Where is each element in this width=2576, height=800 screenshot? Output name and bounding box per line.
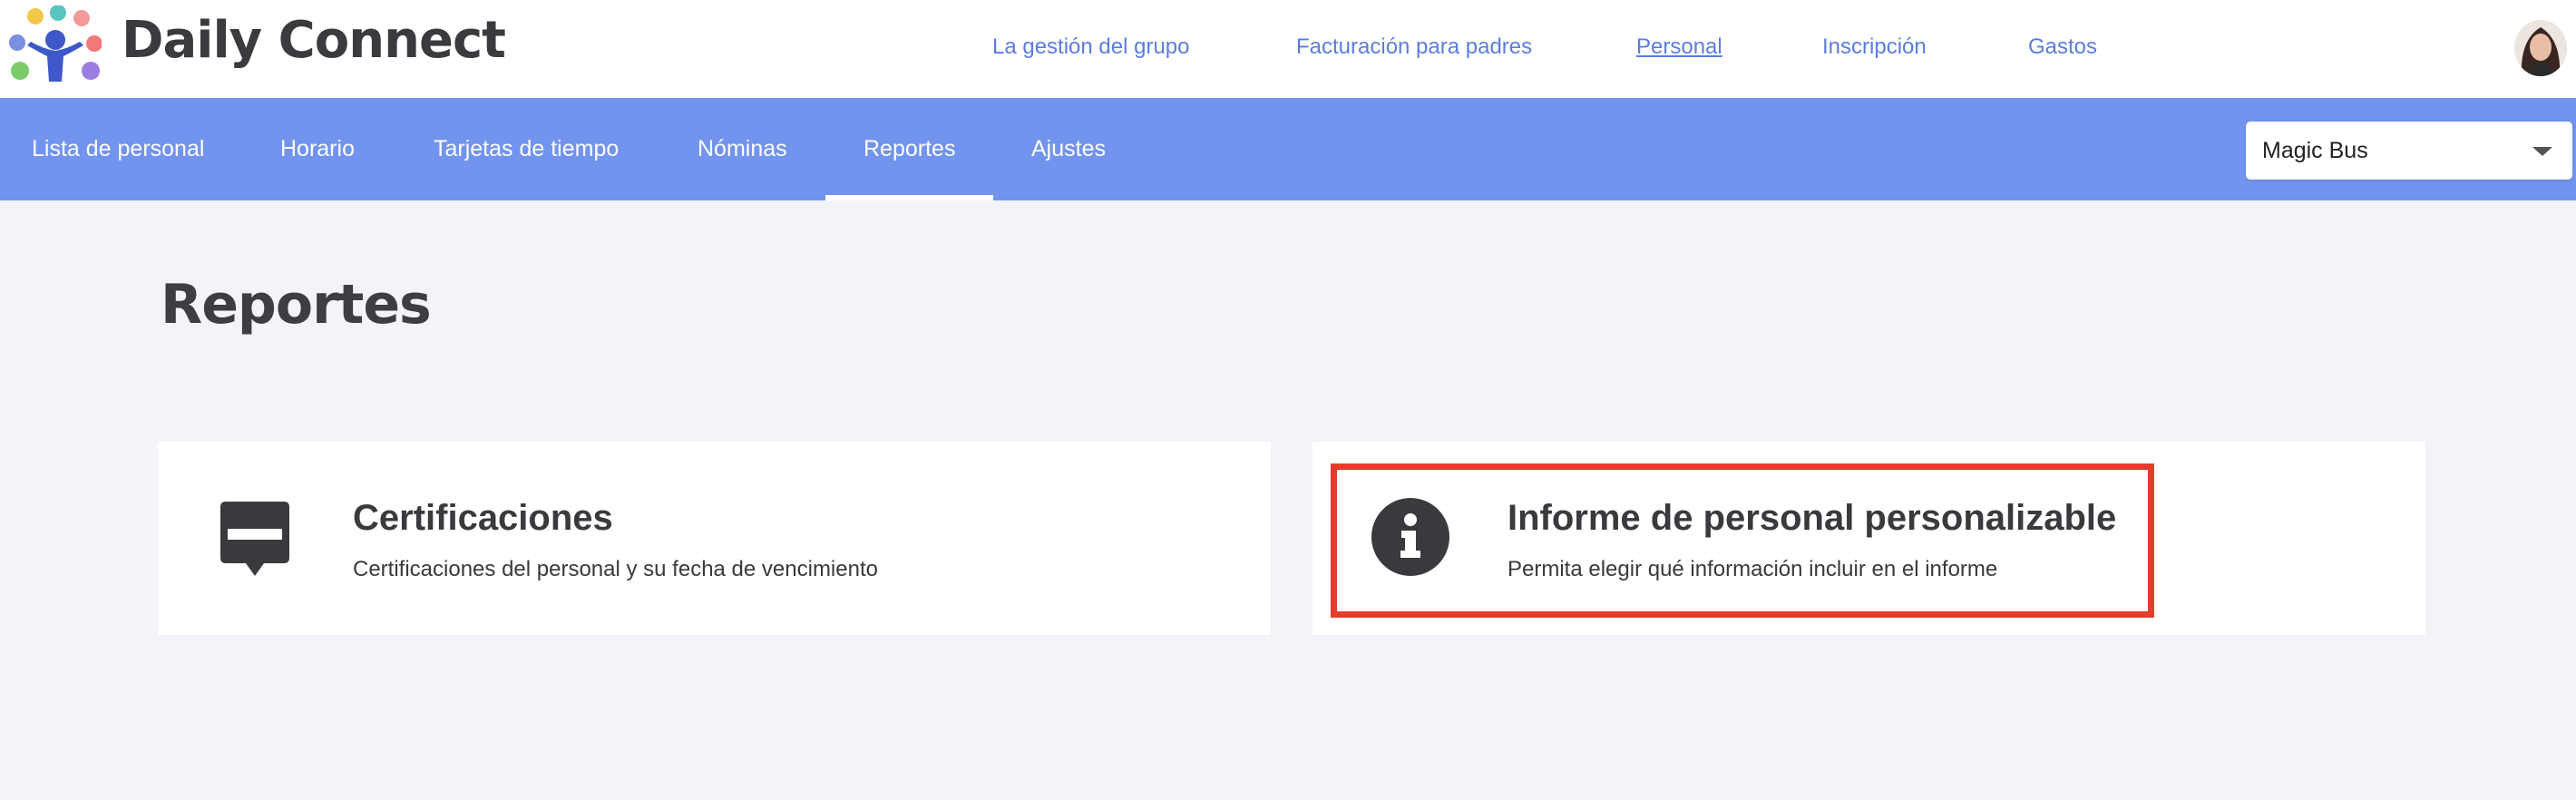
tab-nominas[interactable]: Nóminas <box>698 98 787 200</box>
card-description: Certificaciones del personal y su fecha … <box>353 557 878 581</box>
chevron-down-icon <box>2532 147 2552 156</box>
tab-horario[interactable]: Horario <box>280 98 355 200</box>
organization-select[interactable]: Magic Bus <box>2246 122 2572 180</box>
certificate-icon <box>220 502 289 576</box>
highlight-box <box>1331 463 2154 618</box>
avatar-image <box>2514 20 2567 76</box>
top-nav-gastos[interactable]: Gastos <box>2028 33 2097 62</box>
top-nav-inscripcion[interactable]: Inscripción <box>1822 33 1927 62</box>
brand-name: Daily Connect <box>122 11 506 70</box>
organization-select-value: Magic Bus <box>2262 138 2368 163</box>
tab-reportes[interactable]: Reportes <box>864 98 955 200</box>
page-title: Reportes <box>161 273 432 337</box>
top-header: Daily Connect La gestión del grupo Factu… <box>0 0 2576 98</box>
report-card-certificaciones[interactable]: Certificaciones Certificaciones del pers… <box>158 442 1271 635</box>
tab-lista-de-personal[interactable]: Lista de personal <box>32 98 204 200</box>
tab-tarjetas-de-tiempo[interactable]: Tarjetas de tiempo <box>434 98 619 200</box>
top-nav-grupo[interactable]: La gestión del grupo <box>992 33 1190 62</box>
user-avatar[interactable] <box>2514 20 2567 76</box>
sub-nav: Lista de personal Horario Tarjetas de ti… <box>0 98 2576 200</box>
card-title: Certificaciones <box>353 498 613 538</box>
daily-connect-logo[interactable] <box>7 5 102 82</box>
top-nav-personal[interactable]: Personal <box>1636 33 1722 62</box>
top-nav-facturacion[interactable]: Facturación para padres <box>1296 33 1532 62</box>
active-tab-indicator <box>825 195 993 200</box>
tab-ajustes[interactable]: Ajustes <box>1031 98 1106 200</box>
